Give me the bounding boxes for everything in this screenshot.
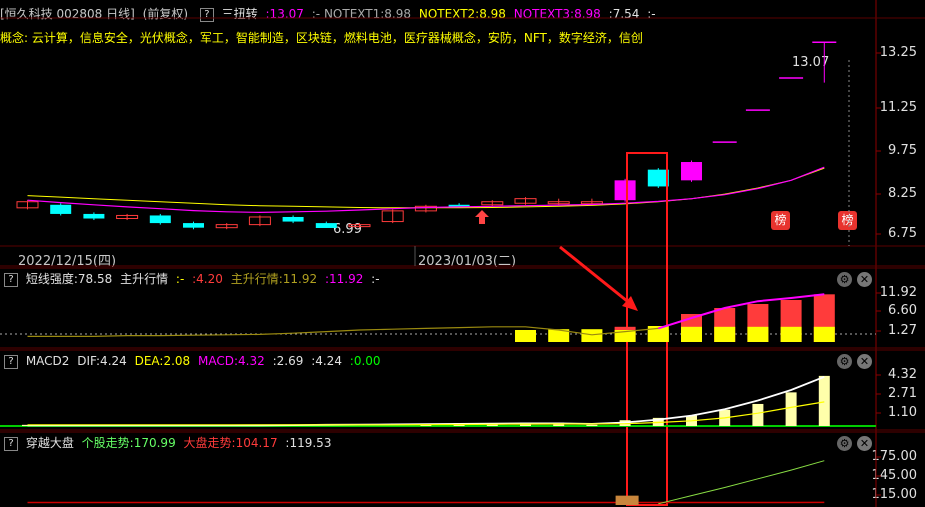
candle-body [614,180,636,201]
pointer-arrow-shaft [559,245,633,307]
strength-base-bar [581,329,603,342]
candle-body [149,215,171,224]
strength-base-bar [714,326,736,342]
stock-chart-window: [恒久科技 002808 日线] (前复权) ? 三扭转 :13.07 :- N… [0,0,925,507]
trend-bar [615,495,639,505]
candle-body [183,223,204,228]
ma-line-yellow [27,167,825,209]
candle-body [681,162,702,181]
stock-trend-line [658,460,825,505]
strength-base-bar [747,326,769,342]
candle-body [315,223,337,228]
macd-bar [752,403,764,426]
chart-canvas [0,0,925,507]
strength-base-bar [515,330,536,342]
strength-base-bar [780,326,802,342]
candle-body [647,169,669,187]
candle-body [50,204,72,214]
buy-arrow-icon [475,210,489,224]
macd-bar [586,424,598,426]
strength-base-bar [813,326,835,342]
macd-dif-line [27,375,825,427]
candle-body [83,213,105,219]
macd-bar [785,392,797,426]
strength-base-bar [681,326,702,342]
macd-bar [818,375,830,426]
candle-body [282,216,304,222]
